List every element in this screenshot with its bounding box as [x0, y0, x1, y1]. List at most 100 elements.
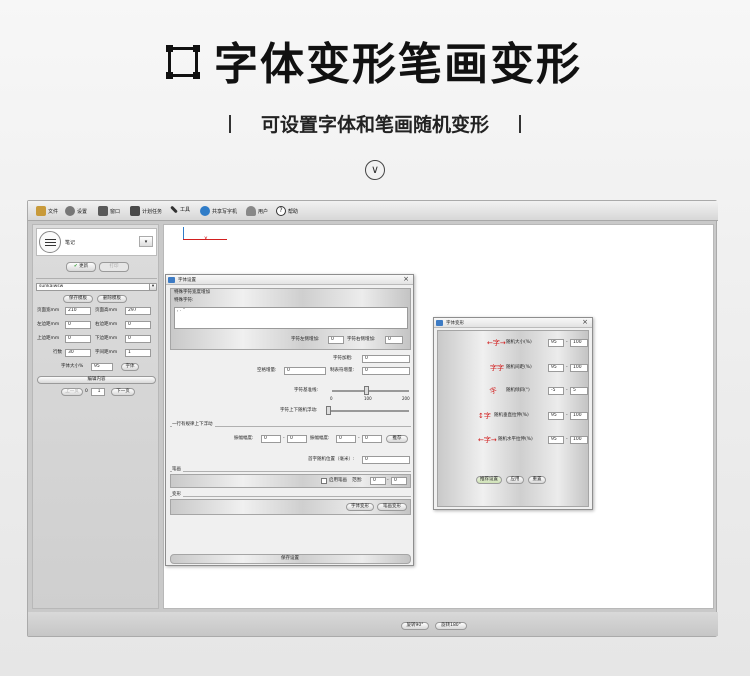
prev-page-button[interactable]: 上一页	[61, 388, 83, 396]
page-subtitle: 可设置字体和笔画随机变形	[0, 110, 750, 137]
deform-panel: ←字→ 随机大小(%) 95 - 100 字字 随机间距(%) 95 - 100…	[437, 330, 589, 507]
font-settings-dialog: 字体设置 × 特殊字符宽度增加 特殊字符: , . " 字符左侧增加: 0 字符…	[165, 274, 414, 566]
font-size-input[interactable]: 95	[91, 363, 113, 371]
left-increase-input[interactable]: 0	[328, 336, 344, 344]
bottom-margin-input[interactable]: 0	[125, 335, 151, 343]
hstretch-to-input[interactable]: 100	[570, 436, 588, 444]
spacing-from-input[interactable]: 95	[548, 364, 564, 372]
app-icon	[436, 320, 443, 326]
recommend-settings-button[interactable]: 推荐设置	[476, 476, 502, 484]
size-to-input[interactable]: 100	[570, 339, 588, 347]
size-from-input[interactable]: 95	[548, 339, 564, 347]
float-slider[interactable]	[326, 410, 409, 412]
thicken-input[interactable]: 0	[362, 355, 410, 363]
space-increase-input[interactable]: 0	[284, 367, 326, 375]
left-margin-input[interactable]: 0	[65, 321, 91, 329]
stroke-checkbox[interactable]	[321, 478, 327, 484]
menu-item-help[interactable]: ? 帮助	[276, 206, 298, 216]
tilt-from-input[interactable]: -5	[548, 387, 564, 395]
menu-item-task[interactable]: 计划任务	[130, 206, 162, 216]
special-chars-input[interactable]: , . "	[174, 307, 408, 329]
divider	[170, 496, 411, 497]
baseline-slider[interactable]	[332, 390, 409, 392]
float-slider-thumb[interactable]	[326, 406, 331, 415]
width-to-input[interactable]: 0	[362, 435, 382, 443]
hstretch-from-input[interactable]: 95	[548, 436, 564, 444]
divider	[36, 278, 157, 279]
title-text: 字体变形笔画变形	[214, 39, 582, 90]
square-frame-icon	[166, 45, 200, 79]
apply-button[interactable]: 应用	[506, 476, 524, 484]
app-icon	[168, 277, 175, 283]
update-button[interactable]: ✔ 更新	[66, 262, 96, 272]
rotate-90-button[interactable]: 旋转90°	[401, 622, 429, 630]
tilt-to-input[interactable]: 5	[570, 387, 588, 395]
top-margin-input[interactable]: 0	[65, 335, 91, 343]
next-page-button[interactable]: 下一页	[111, 388, 135, 396]
app-window: 文件 设置 窗口 计划任务 工具 共享写字机 用户 ? 帮助 笔记 ▾ ✔ 更新 …	[27, 200, 718, 637]
save-settings-button[interactable]: 保存设置	[170, 554, 411, 564]
menu-item-user[interactable]: 用户	[246, 206, 268, 216]
reset-button[interactable]: 重置	[528, 476, 546, 484]
page-number-input[interactable]: 1	[91, 388, 105, 396]
document-selector[interactable]: 笔记 ▾	[36, 228, 157, 256]
folder-icon	[36, 206, 46, 216]
vstretch-from-input[interactable]: 95	[548, 412, 564, 420]
delete-template-button[interactable]: 删除模板	[97, 295, 127, 303]
special-chars-group: 特殊字符宽度增加 特殊字符: , . " 字符左侧增加: 0 字符右侧增加: 0	[170, 288, 411, 350]
left-margin-label: 左边距mm	[37, 322, 60, 327]
wrench-icon	[170, 205, 178, 214]
print-button[interactable]: 打印	[99, 262, 129, 272]
right-increase-input[interactable]: 0	[385, 336, 403, 344]
subtitle-text: 可设置字体和笔画随机变形	[260, 114, 489, 136]
window-icon	[98, 206, 108, 216]
deform-group: 字体变形 笔画变形	[170, 499, 411, 515]
width-from-input[interactable]: 0	[336, 435, 356, 443]
user-icon	[246, 206, 256, 216]
menu-item-tools[interactable]: 工具	[170, 205, 190, 214]
menu-icon[interactable]	[39, 231, 61, 253]
vstretch-glyph-icon: ↕字	[478, 412, 491, 420]
rise-to-input[interactable]: 0	[287, 435, 307, 443]
stroke-range-from[interactable]: 0	[370, 477, 386, 485]
edit-content-button[interactable]: 编辑内容	[37, 376, 156, 384]
menu-item-file[interactable]: 文件	[36, 206, 58, 216]
dialog-titlebar: 字体设置 ×	[166, 275, 413, 285]
close-icon[interactable]: ×	[582, 318, 588, 326]
task-icon	[130, 206, 140, 216]
font-deform-button[interactable]: 字体变形	[346, 503, 374, 511]
rotate-180-button[interactable]: 旋转180°	[435, 622, 467, 630]
tab-increase-input[interactable]: 0	[362, 367, 410, 375]
check-icon: ✔	[73, 264, 78, 269]
recommend-button[interactable]: 推荐	[386, 435, 408, 443]
divider	[170, 471, 411, 472]
bottom-margin-label: 下边距mm	[95, 336, 118, 341]
menu-item-share[interactable]: 共享写字机	[200, 206, 237, 216]
page-height-input[interactable]: 297	[125, 307, 151, 315]
slider-thumb[interactable]	[364, 386, 369, 395]
page-title: 字体变形笔画变形	[0, 28, 750, 92]
random-pos-input[interactable]: 0	[362, 456, 410, 464]
right-margin-input[interactable]: 0	[125, 321, 151, 329]
rise-from-input[interactable]: 0	[261, 435, 281, 443]
char-spacing-input[interactable]: 1	[125, 349, 151, 357]
right-margin-label: 右边距mm	[95, 322, 118, 327]
stroke-deform-button[interactable]: 笔画变形	[377, 503, 407, 511]
menu-bar: 文件 设置 窗口 计划任务 工具 共享写字机 用户 ? 帮助	[28, 201, 718, 221]
x-axis-label: x	[204, 235, 208, 242]
menu-item-window[interactable]: 窗口	[98, 206, 120, 216]
dropdown-arrow-icon[interactable]: ▾	[139, 236, 153, 247]
save-template-button[interactable]: 保存模板	[63, 295, 93, 303]
spacing-to-input[interactable]: 100	[570, 364, 588, 372]
tilt-glyph-icon: 字	[488, 386, 499, 396]
font-button[interactable]: 字体	[121, 363, 139, 371]
line-count-input[interactable]: 30	[65, 349, 91, 357]
menu-item-settings[interactable]: 设置	[65, 206, 87, 216]
vstretch-to-input[interactable]: 100	[570, 412, 588, 420]
stroke-range-to[interactable]: 0	[391, 477, 407, 485]
font-dropdown-icon[interactable]: ▾	[149, 283, 157, 291]
y-axis-line	[183, 227, 184, 239]
page-width-input[interactable]: 210	[65, 307, 91, 315]
font-select[interactable]: sunkaiwsw	[36, 283, 153, 291]
close-icon[interactable]: ×	[403, 275, 409, 283]
